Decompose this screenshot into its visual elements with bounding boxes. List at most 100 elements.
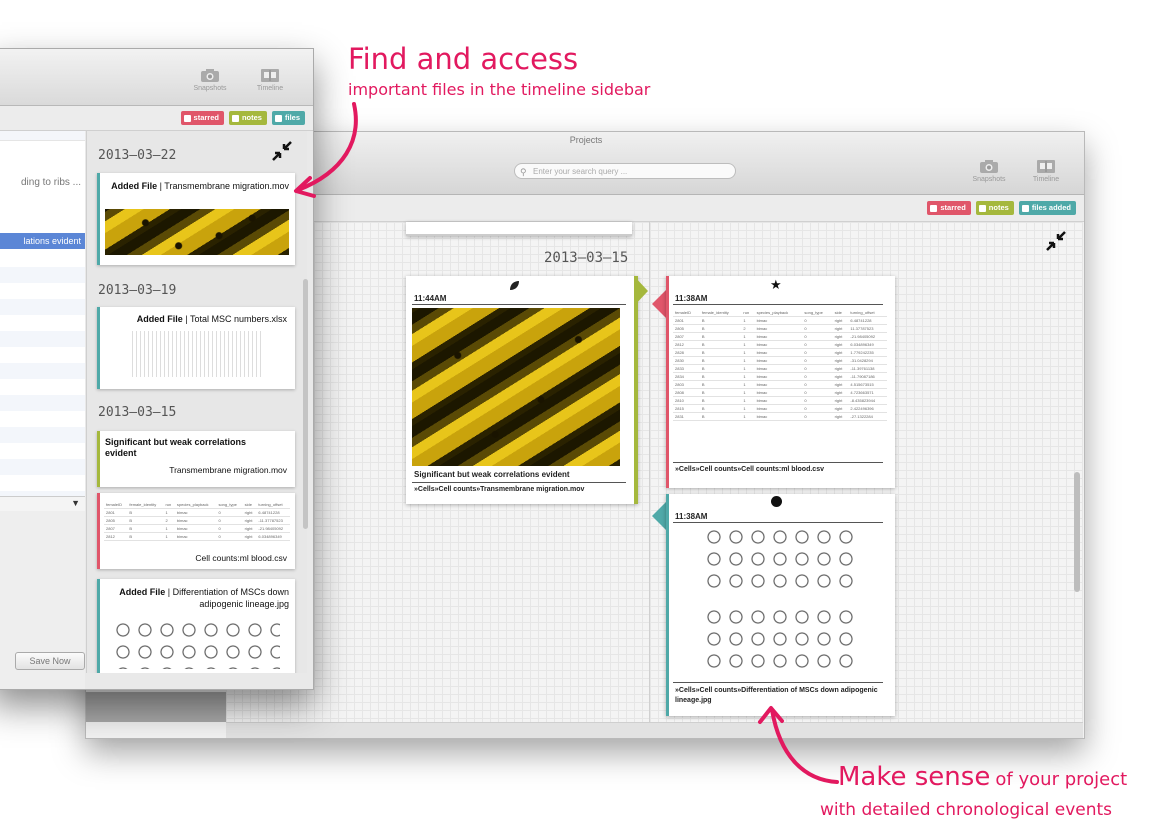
table-cell: B: [699, 396, 742, 405]
timeline-label: Timeline: [256, 85, 284, 92]
table-cell: 0: [802, 332, 833, 341]
table-row: 2807 B 1 bimac 0 right -21.98405092: [104, 524, 290, 533]
sidebar-card-note[interactable]: Significant but weak correlations eviden…: [97, 431, 295, 487]
table-row: 2803 B 1 bimac 0 right 4.515673515: [673, 380, 887, 389]
table-cell: 2828: [673, 348, 700, 357]
table-cell: -21.98405092: [848, 332, 887, 341]
table-cell: right: [832, 372, 849, 381]
table-cell: bimac: [754, 316, 803, 325]
table-cell: run: [163, 501, 175, 509]
table-cell: B: [699, 404, 742, 413]
timeline-card-image[interactable]: 11:38AM »Cells»Cell counts»Differentiati…: [666, 494, 895, 716]
table-cell: B: [699, 340, 742, 349]
sidebar-filter-bar: starred notes files: [0, 106, 313, 131]
table-cell: 2830: [673, 356, 700, 365]
data-table: femaleID female_identity run species_playba…: [104, 501, 290, 541]
card-time: 11:38AM: [675, 512, 708, 521]
sidebar-card-csv[interactable]: femaleID female_identity run species_playba…: [97, 493, 295, 569]
table-cell: B: [699, 348, 742, 357]
table-cell: right: [832, 356, 849, 365]
timeline-date-heading: 2013–03–15: [544, 250, 629, 266]
table-cell: right: [832, 324, 849, 333]
vertical-scrollbar[interactable]: [1074, 472, 1080, 592]
table-cell: -11.79087186: [848, 372, 887, 381]
search-input[interactable]: ⚲ Enter your search query ...: [514, 163, 736, 179]
csv-preview: femaleID female_identity run species_playba…: [673, 309, 887, 459]
table-cell: 0: [802, 404, 833, 413]
list-item-label: lations evident: [23, 236, 81, 246]
timeline-card-video[interactable]: 11:44AM Significant but weak correlation…: [406, 276, 638, 504]
sidebar-card-video[interactable]: Added File | Transmembrane migration.mov: [97, 173, 295, 265]
table-cell: 2801: [104, 508, 128, 517]
table-row: 2812 B 1 bimac 0 right 6.034896349: [104, 532, 290, 541]
table-cell: 4.723663571: [848, 388, 887, 397]
table-cell: 1: [163, 532, 175, 541]
sidebar-card-xlsx[interactable]: Added File | Total MSC numbers.xlsx: [97, 307, 295, 389]
filter-notes[interactable]: notes: [975, 201, 1014, 215]
timeline-card-csv[interactable]: ★ 11:38AM femaleID female_identity run spec…: [666, 276, 895, 488]
list-row[interactable]: [0, 131, 85, 141]
snapshots-button[interactable]: Snapshots: [964, 158, 1014, 188]
table-cell: side: [832, 309, 849, 317]
table-cell: bimac: [754, 332, 803, 341]
timeline-button[interactable]: Timeline: [1021, 158, 1071, 188]
table-cell: song_type: [802, 309, 833, 317]
list-rows: [0, 251, 85, 496]
image-thumbnail[interactable]: [703, 606, 853, 670]
table-cell: B: [699, 388, 742, 397]
table-cell: B: [699, 356, 742, 365]
timeline-icon: [261, 69, 279, 82]
snapshots-button[interactable]: Snapshots: [185, 67, 235, 97]
timeline-sidebar[interactable]: 2013–03–22 Added File | Transmembrane mi…: [86, 131, 307, 673]
csv-preview: femaleID female_identity run species_playba…: [104, 501, 290, 541]
sidebar-card-image[interactable]: Added File | Differentiation of MSCs dow…: [97, 579, 295, 673]
window-title: Projects: [569, 135, 603, 145]
card-prefix: Added File: [111, 181, 158, 191]
filter-starred[interactable]: starred: [180, 111, 224, 125]
table-cell: 11.37787523: [848, 324, 887, 333]
table-cell: bimac: [174, 508, 217, 517]
list-item-selected[interactable]: lations evident: [0, 233, 85, 249]
card-time: 11:44AM: [414, 294, 447, 303]
horizontal-scrollbar[interactable]: [226, 722, 1083, 738]
filter-files-added[interactable]: files added: [1018, 201, 1076, 215]
connector-arrow: [634, 276, 648, 306]
image-thumbnail: [112, 619, 280, 669]
table-cell: 2833: [673, 364, 700, 373]
section-date: 2013–03–15: [98, 405, 177, 420]
divider: [673, 304, 883, 305]
timeline-button[interactable]: Timeline: [245, 67, 295, 97]
video-thumbnail[interactable]: [412, 308, 620, 466]
timeline-card-partial[interactable]: [406, 222, 632, 236]
list-item[interactable]: ding to ribs ...: [0, 167, 85, 199]
table-cell: 2807: [104, 524, 128, 533]
timeline-icon: [1037, 160, 1055, 173]
table-cell: B: [699, 372, 742, 381]
image-thumbnail[interactable]: [703, 526, 853, 590]
collapse-icon[interactable]: [1044, 229, 1068, 253]
table-cell: 4.515673515: [848, 380, 887, 389]
table-row: 2812 B 1 bimac 0 right 6.034896349: [673, 340, 887, 349]
table-cell: bimac: [754, 412, 803, 421]
vertical-scrollbar[interactable]: [303, 279, 308, 529]
table-cell: 1: [163, 508, 175, 517]
table-row: 2830 B 1 bimac 0 right -31.0428294: [673, 356, 887, 365]
save-now-button[interactable]: Save Now: [15, 652, 85, 670]
table-cell: 1: [741, 412, 755, 421]
checkbox-icon: [231, 114, 239, 122]
table-cell: 1: [741, 332, 755, 341]
card-caption: Significant but weak correlations eviden…: [414, 470, 570, 479]
table-cell: 6.034896349: [256, 532, 290, 541]
table-cell: song_type: [216, 501, 243, 509]
table-cell: -27.1322284: [848, 412, 887, 421]
divider: [673, 462, 883, 463]
filter-notes[interactable]: notes: [228, 111, 267, 125]
filter-starred[interactable]: starred: [927, 201, 971, 215]
table-cell: B: [127, 508, 164, 517]
card-title: Added File | Transmembrane migration.mov: [111, 181, 289, 191]
table-cell: female_identity: [699, 309, 742, 317]
table-cell: 2810: [673, 396, 700, 405]
table-cell: 1: [741, 388, 755, 397]
timeline-axis: [649, 222, 650, 722]
table-cell: right: [832, 340, 849, 349]
